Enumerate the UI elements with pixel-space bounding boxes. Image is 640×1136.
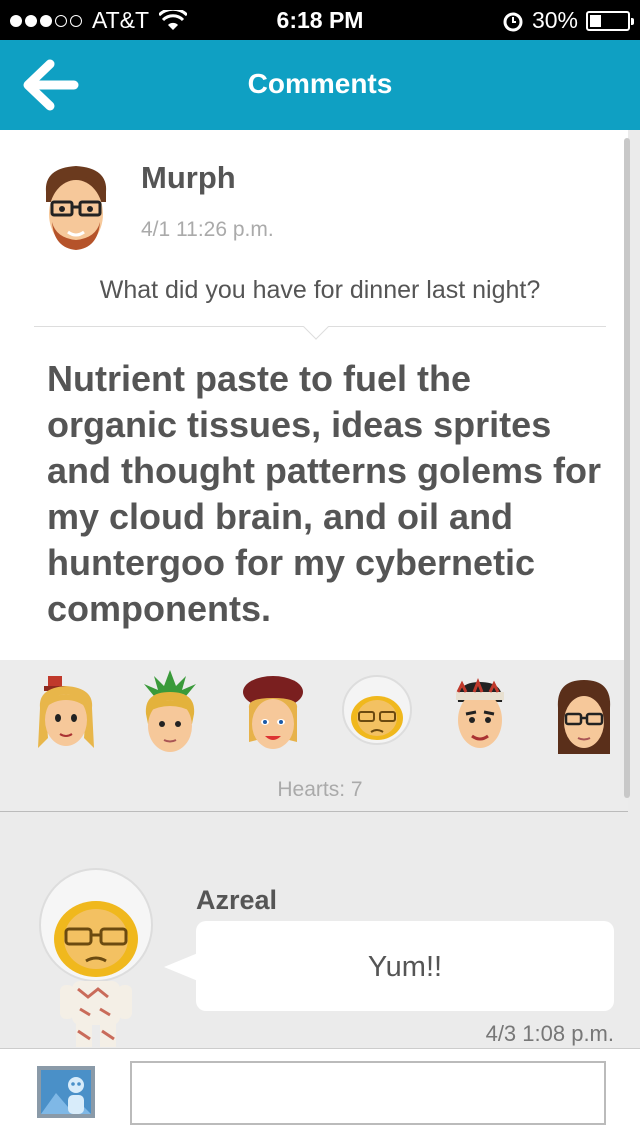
nav-bar: Comments [0, 40, 640, 130]
post-question: What did you have for dinner last night? [99, 276, 541, 304]
battery-icon [586, 10, 634, 31]
status-right: 30% [502, 7, 634, 34]
comment-text: Yum!! [367, 951, 443, 983]
alarm-icon [503, 12, 523, 31]
battery-percent: 30% [531, 7, 578, 33]
azreal-avatar[interactable] [38, 863, 154, 1048]
status-bar: AT&T 6:18 PM 30% [0, 0, 640, 40]
comment-item: Azreal Yum!! 4/3 1:08 p.m. [0, 813, 640, 1048]
astronaut-helmet-avatar[interactable] [341, 668, 413, 764]
page-title: Comments [247, 68, 393, 99]
beret-avatar[interactable] [237, 668, 309, 764]
brown-hair-glasses-avatar[interactable] [548, 668, 620, 764]
scrollbar[interactable] [624, 138, 630, 798]
comment-timestamp: 4/3 1:08 p.m. [485, 1021, 614, 1046]
post-answer: Nutrient paste to fuel the organic tissu… [47, 358, 601, 629]
post-timestamp: 4/1 11:26 p.m. [141, 218, 274, 241]
image-attach-icon[interactable] [36, 1065, 96, 1119]
hearts-count[interactable]: Hearts: 7 [0, 778, 640, 802]
divider-notch [303, 314, 329, 340]
hearts-section: Hearts: 7 [0, 660, 628, 812]
comment-bubble: Yum!! [196, 921, 614, 1011]
post-card: Murph 4/1 11:26 p.m. What did you have f… [0, 130, 628, 660]
comment-author[interactable]: Azreal [196, 885, 277, 916]
headband-avatar[interactable] [444, 668, 516, 764]
comment-input[interactable] [130, 1061, 606, 1125]
pineapple-hair-avatar[interactable] [134, 668, 206, 764]
murph-avatar[interactable] [38, 162, 114, 254]
blonde-pigtails-hat-avatar[interactable] [30, 668, 102, 764]
comment-input-bar [0, 1048, 640, 1136]
post-author[interactable]: Murph [141, 160, 236, 196]
battery-fill [590, 14, 601, 27]
heart-avatars [30, 668, 620, 764]
bubble-tail [164, 953, 198, 981]
